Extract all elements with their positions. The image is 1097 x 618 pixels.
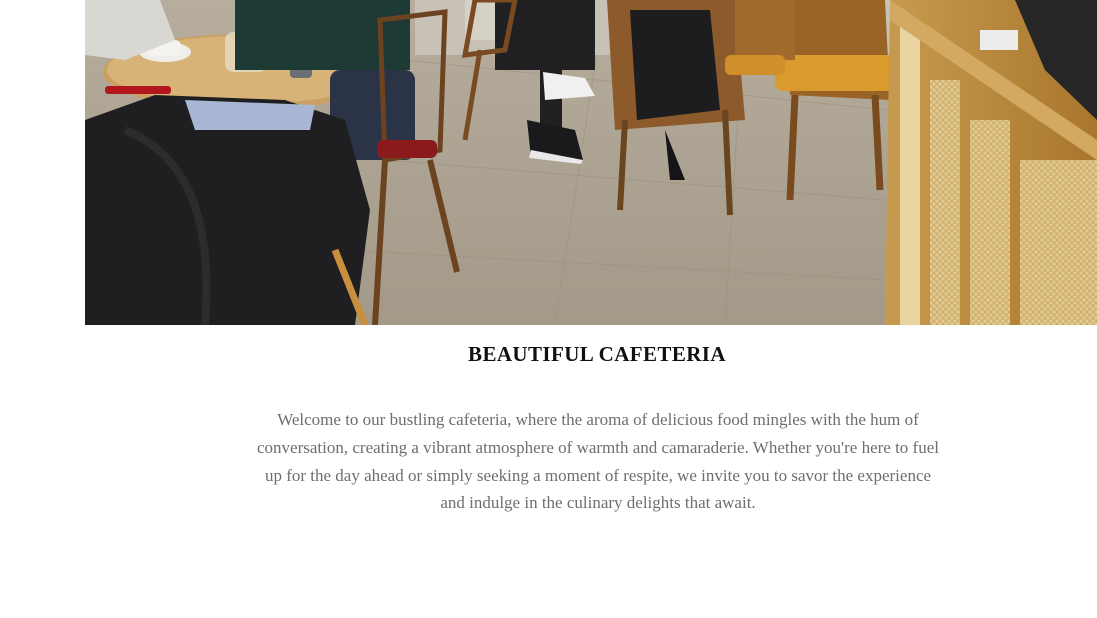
section-title: BEAUTIFUL CAFETERIA	[468, 342, 726, 366]
page: BEAUTIFUL CAFETERIA Welcome to our bustl…	[0, 0, 1097, 618]
cafeteria-photo	[85, 0, 1097, 325]
cafeteria-hero-image	[85, 0, 1097, 325]
section-description: Welcome to our bustling cafeteria, where…	[257, 410, 939, 513]
